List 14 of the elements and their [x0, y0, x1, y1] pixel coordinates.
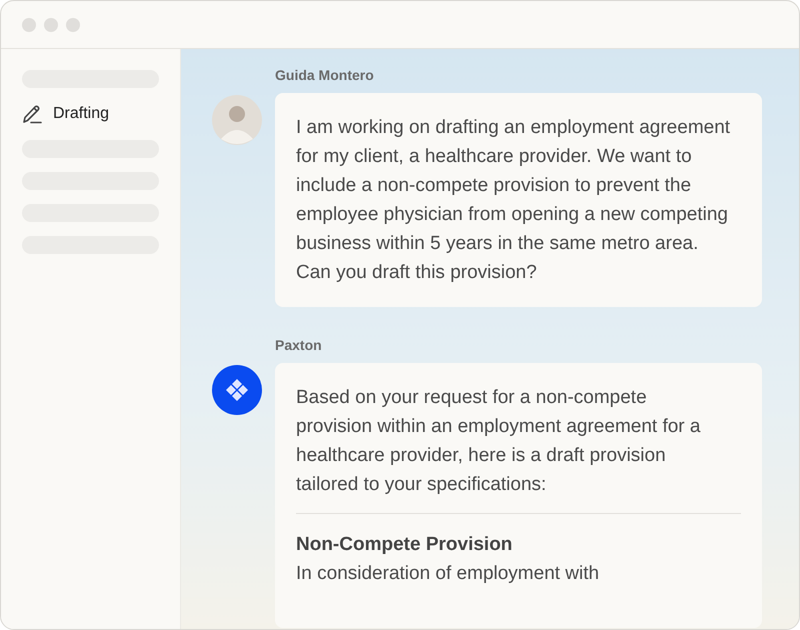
sender-name: Guida Montero	[275, 67, 375, 83]
sender-name: Paxton	[275, 337, 323, 353]
pencil-icon	[22, 104, 44, 124]
window-control-dot[interactable]	[66, 18, 80, 32]
message-text: Can you draft this provision?	[296, 261, 538, 285]
sidebar-item[interactable]: Drafting	[53, 105, 110, 123]
message-text: I am working on drafting an employment agreement for my client, a healthcare provider. We want to include a non-compete provision to prevent the employee physician from opening a new competing business within 5 years in the same metro area.	[296, 116, 732, 256]
section-heading: Non-Compete Provision	[296, 533, 514, 557]
window-control-dot[interactable]	[44, 18, 58, 32]
window-control-dot[interactable]	[22, 18, 36, 32]
avatar-silhouette-icon	[212, 95, 262, 145]
diamond-logo-icon	[212, 365, 262, 415]
message-text: Based on your request for a non-compete provision within an employment agreement for a healthcare provider, here is a draft provision tailored to your specifications:	[296, 386, 702, 497]
message-text: In consideration of employment with	[296, 562, 600, 586]
